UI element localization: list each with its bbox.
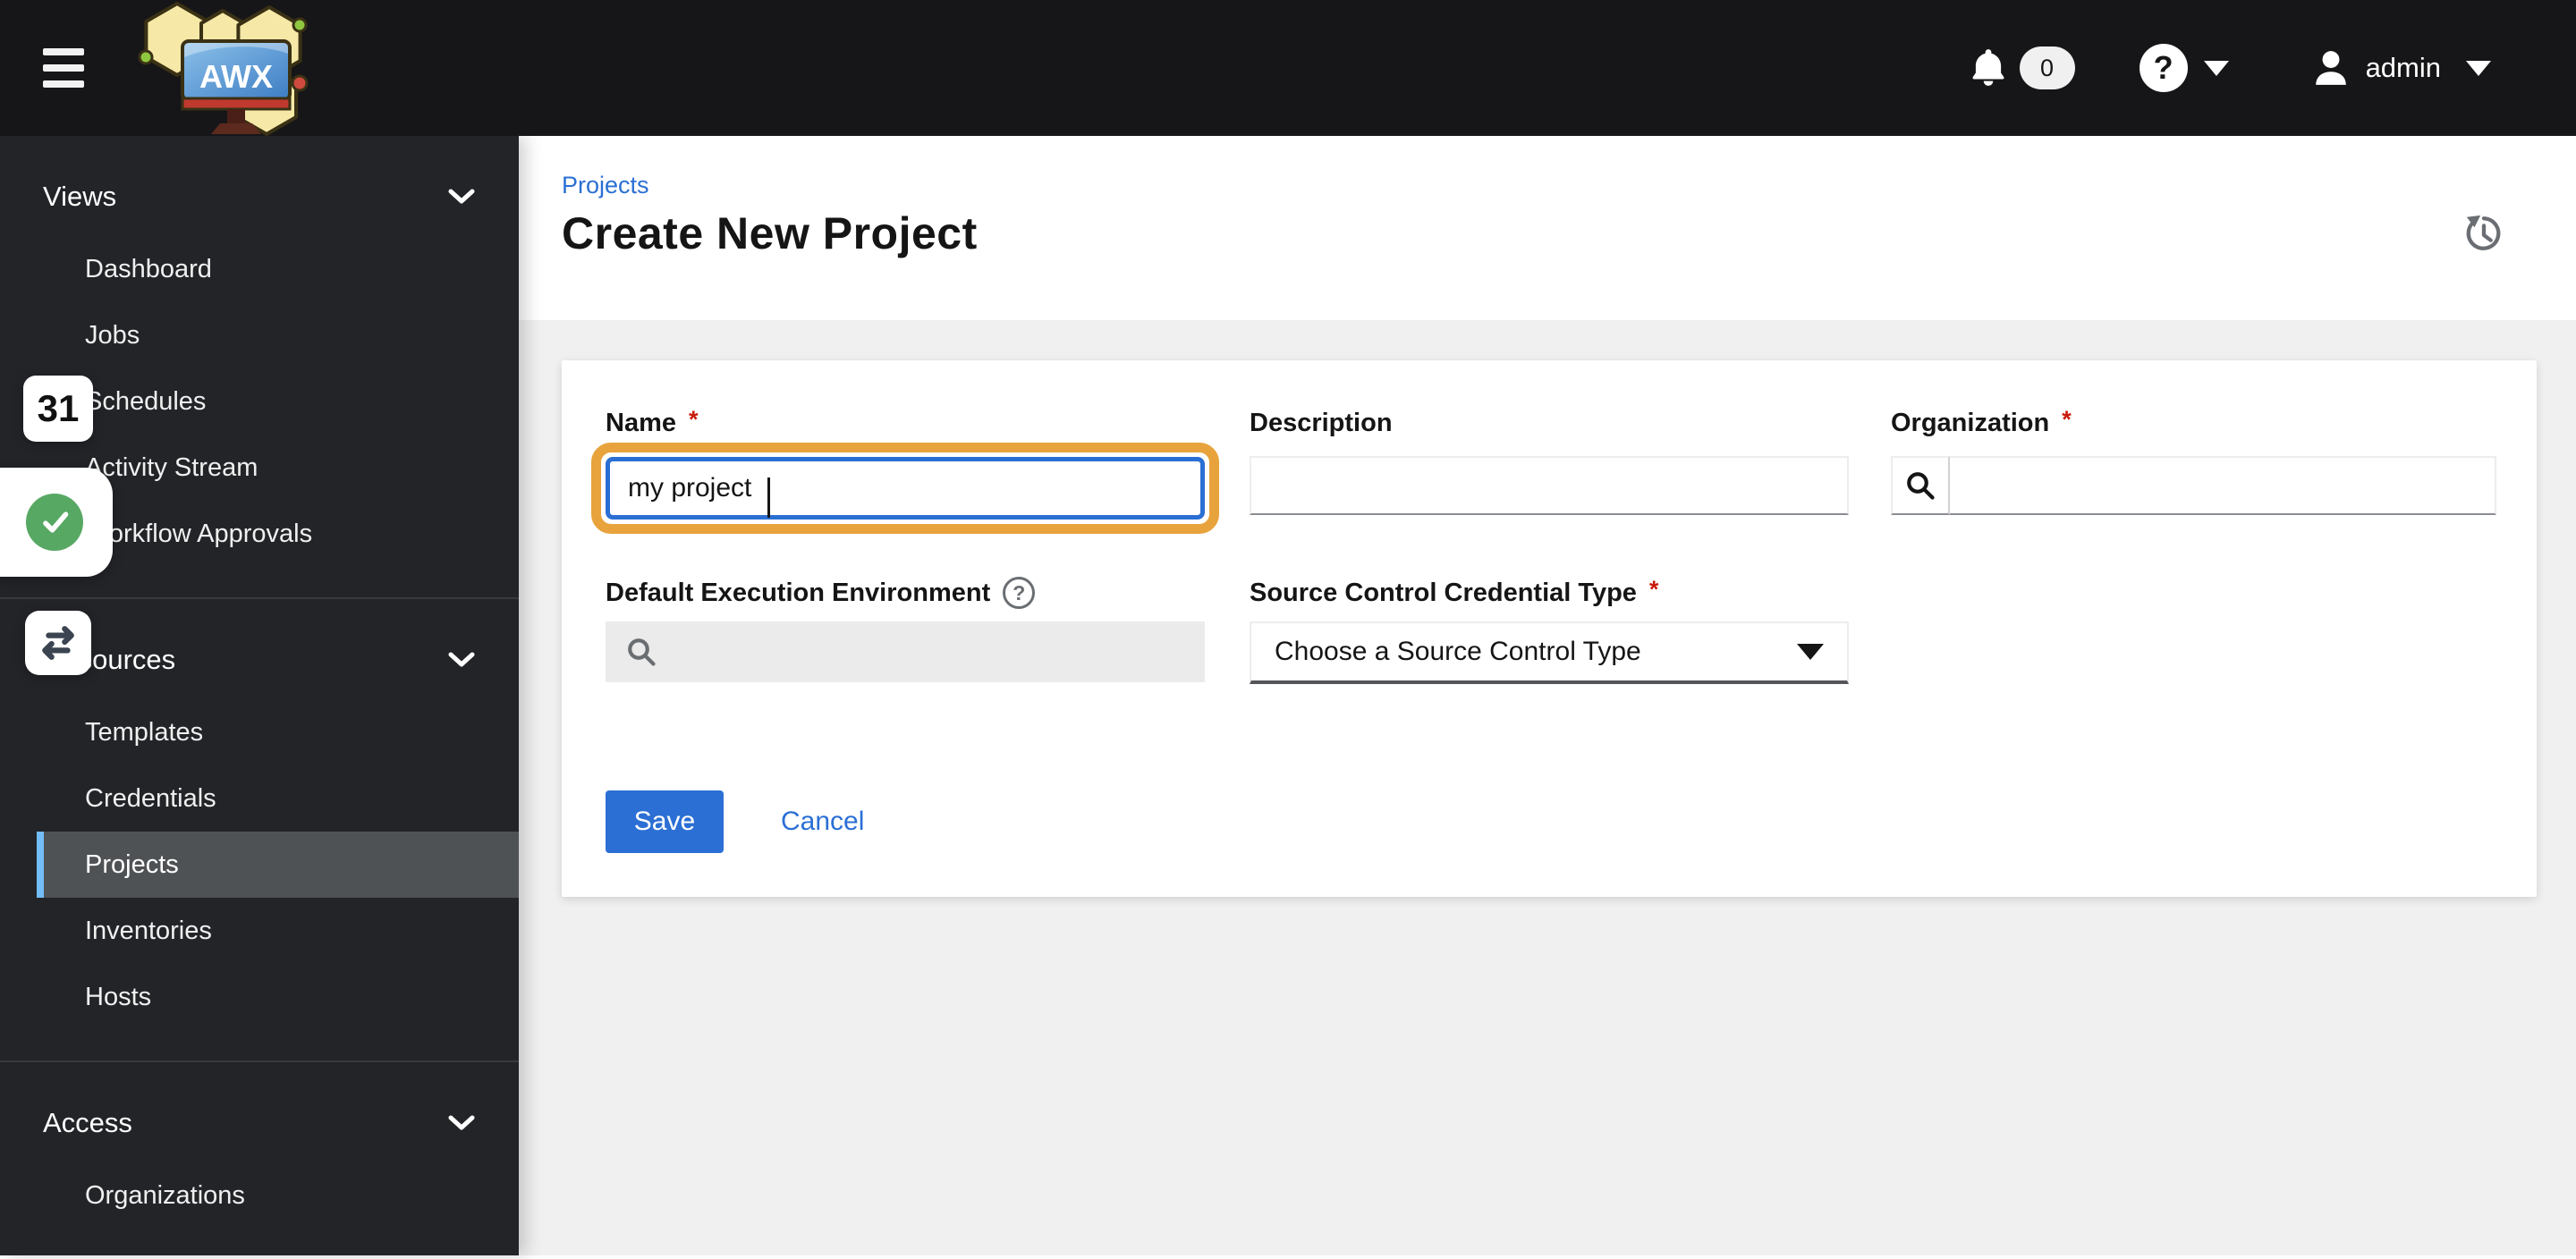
organization-label: Organization * (1891, 405, 2072, 437)
default-execution-environment-label: Default Execution Environment ? (606, 577, 1036, 609)
chevron-down-icon (448, 652, 475, 667)
text-cursor (767, 477, 770, 518)
nav-group-label: Access (43, 1107, 132, 1138)
sidebar-item-projects[interactable]: Projects (37, 832, 519, 898)
name-label: Name * (606, 405, 699, 437)
chevron-down-icon (448, 189, 475, 204)
notifications-count-badge: 0 (2019, 46, 2075, 89)
overlay-step-counter-badge: 31 (23, 376, 93, 442)
breadcrumb-projects-link[interactable]: Projects (562, 172, 649, 199)
nav-group-resources-header[interactable]: Resources (43, 635, 476, 685)
question-circle-icon: ? (2139, 44, 2188, 92)
required-asterisk: * (689, 405, 699, 433)
nav-group-label: Views (43, 181, 117, 212)
sidebar-nav: Views Dashboard Jobs Schedules Activity … (0, 136, 519, 1255)
sidebar-item-inventories[interactable]: Inventories (0, 898, 519, 964)
organization-input[interactable] (1950, 456, 2496, 515)
help-menu-button[interactable]: ? (2139, 44, 2229, 92)
search-icon (628, 638, 656, 666)
required-asterisk: * (1648, 575, 1659, 603)
name-input[interactable] (606, 457, 1205, 520)
user-menu-button[interactable]: admin (2314, 49, 2491, 87)
user-name: admin (2365, 52, 2441, 83)
default-execution-environment-input[interactable] (606, 621, 1205, 682)
sidebar-item-templates[interactable]: Templates (0, 699, 519, 765)
sidebar-item-organizations[interactable]: Organizations (0, 1162, 519, 1229)
select-selected-value: Choose a Source Control Type (1275, 637, 1641, 666)
check-circle-icon (26, 494, 83, 551)
history-icon (2466, 215, 2501, 250)
notifications-button[interactable]: 0 (1970, 46, 2075, 89)
page-title: Create New Project (562, 208, 978, 258)
description-input[interactable] (1250, 456, 1849, 515)
search-icon (1907, 472, 1935, 500)
nav-group-views-header[interactable]: Views (43, 172, 476, 222)
nav-toggle-button[interactable] (43, 48, 84, 88)
logo-text: AWX (199, 58, 273, 95)
caret-down-icon (1797, 644, 1824, 660)
create-project-form-card: Name * Description Organization * my pro… (562, 360, 2537, 897)
awx-logo-icon: AWX (138, 2, 309, 136)
sidebar-item-hosts[interactable]: Hosts (0, 964, 519, 1030)
name-input-highlight-ring (591, 443, 1219, 534)
source-control-credential-type-label: Source Control Credential Type * (1250, 575, 1659, 607)
page-header: Projects Create New Project (519, 136, 2576, 320)
organization-search-button[interactable] (1891, 456, 1950, 515)
bell-icon (1970, 47, 2007, 89)
organization-input-group (1891, 456, 2496, 515)
user-icon (2314, 49, 2348, 87)
sidebar-item-credentials[interactable]: Credentials (0, 765, 519, 832)
source-control-type-select[interactable]: Choose a Source Control Type (1250, 621, 1849, 684)
required-asterisk: * (2062, 405, 2072, 433)
awx-logo[interactable]: AWX (131, 0, 309, 136)
chevron-down-icon (448, 1115, 475, 1130)
main-content: Name * Description Organization * my pro… (519, 320, 2576, 1255)
description-label: Description (1250, 408, 1393, 437)
overlay-success-card (0, 468, 113, 577)
top-bar: AWX 0 ? admin (0, 0, 2576, 136)
swap-arrows-icon (42, 626, 74, 660)
chevron-down-icon (2203, 60, 2229, 76)
history-button[interactable] (2463, 213, 2504, 258)
help-popover-icon[interactable]: ? (1003, 577, 1036, 609)
cancel-button[interactable]: Cancel (781, 790, 864, 853)
nav-group-access: Access Organizations (0, 1060, 519, 1259)
save-button[interactable]: Save (606, 790, 724, 853)
sidebar-item-dashboard[interactable]: Dashboard (0, 236, 519, 302)
nav-group-access-header[interactable]: Access (43, 1098, 476, 1148)
chevron-down-icon (2466, 60, 2491, 76)
sidebar-item-jobs[interactable]: Jobs (0, 302, 519, 368)
overlay-swap-card (25, 611, 91, 675)
topbar-actions: 0 ? admin (1970, 44, 2576, 92)
